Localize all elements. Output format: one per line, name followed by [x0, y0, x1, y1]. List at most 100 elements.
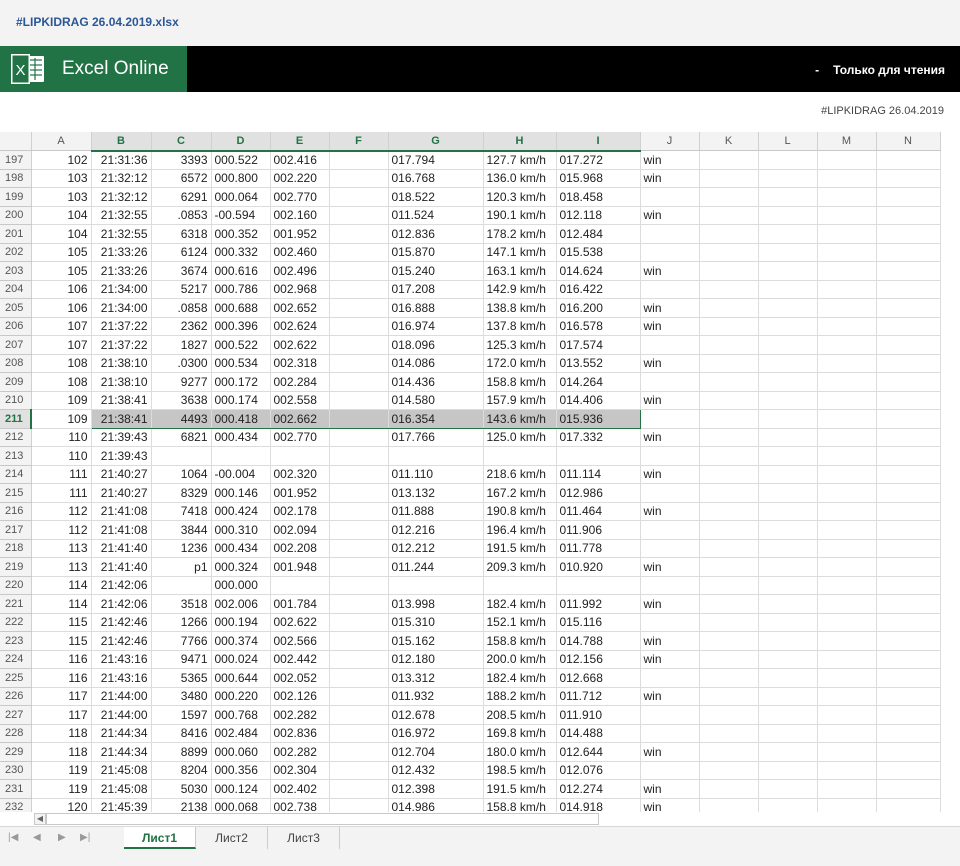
cell-g226[interactable]: 011.932 — [388, 687, 484, 706]
cell-f208[interactable] — [329, 354, 389, 373]
cell-k199[interactable] — [699, 187, 759, 207]
cell-i207[interactable]: 017.574 — [556, 335, 641, 355]
cell-g197[interactable]: 017.794 — [388, 150, 484, 170]
cell-c199[interactable]: 6291 — [151, 187, 212, 207]
cell-i226[interactable]: 011.712 — [556, 687, 641, 706]
cell-a221[interactable]: 114 — [31, 594, 92, 614]
cell-i209[interactable]: 014.264 — [556, 372, 641, 392]
cell-e204[interactable]: 002.968 — [270, 280, 330, 299]
scroll-left-icon[interactable]: ◀ — [34, 813, 46, 825]
cell-h226[interactable]: 188.2 km/h — [483, 687, 557, 706]
cell-l198[interactable] — [758, 169, 818, 188]
cell-k202[interactable] — [699, 243, 759, 262]
cell-h225[interactable]: 182.4 km/h — [483, 668, 557, 688]
cell-e201[interactable]: 001.952 — [270, 224, 330, 244]
row-header[interactable]: 218 — [0, 539, 32, 558]
cell-l217[interactable] — [758, 520, 818, 540]
cell-a204[interactable]: 106 — [31, 280, 92, 299]
cell-f202[interactable] — [329, 243, 389, 262]
row-header[interactable]: 232 — [0, 798, 32, 812]
cell-h204[interactable]: 142.9 km/h — [483, 280, 557, 299]
cell-e197[interactable]: 002.416 — [270, 150, 330, 170]
cell-g215[interactable]: 013.132 — [388, 483, 484, 503]
cell-j219[interactable]: win — [640, 557, 700, 577]
cell-f217[interactable] — [329, 520, 389, 540]
cell-e216[interactable]: 002.178 — [270, 502, 330, 521]
cell-c213[interactable] — [151, 446, 212, 466]
cell-a224[interactable]: 116 — [31, 650, 92, 669]
cell-m206[interactable] — [817, 317, 877, 336]
cell-c230[interactable]: 8204 — [151, 761, 212, 780]
cell-m219[interactable] — [817, 557, 877, 577]
cell-c200[interactable]: .0853 — [151, 206, 212, 225]
cell-i231[interactable]: 012.274 — [556, 779, 641, 799]
cell-l199[interactable] — [758, 187, 818, 207]
cell-h212[interactable]: 125.0 km/h — [483, 428, 557, 447]
cell-l232[interactable] — [758, 798, 818, 812]
cell-l216[interactable] — [758, 502, 818, 521]
cell-g217[interactable]: 012.216 — [388, 520, 484, 540]
cell-i200[interactable]: 012.118 — [556, 206, 641, 225]
cell-g211[interactable]: 016.354 — [388, 409, 484, 429]
cell-a229[interactable]: 118 — [31, 742, 92, 762]
cell-d231[interactable]: 000.124 — [211, 779, 271, 799]
column-header-f[interactable]: F — [329, 132, 389, 152]
cell-f197[interactable] — [329, 150, 389, 170]
cell-l221[interactable] — [758, 594, 818, 614]
cell-a230[interactable]: 119 — [31, 761, 92, 780]
row-header[interactable]: 223 — [0, 631, 32, 651]
cell-j229[interactable]: win — [640, 742, 700, 762]
cell-i222[interactable]: 015.116 — [556, 613, 641, 632]
cell-b222[interactable]: 21:42:46 — [91, 613, 152, 632]
row-header[interactable]: 221 — [0, 594, 32, 614]
cell-f219[interactable] — [329, 557, 389, 577]
cell-h213[interactable] — [483, 446, 557, 466]
cell-h208[interactable]: 172.0 km/h — [483, 354, 557, 373]
column-header-i[interactable]: I — [556, 132, 641, 152]
cell-f201[interactable] — [329, 224, 389, 244]
cell-h202[interactable]: 147.1 km/h — [483, 243, 557, 262]
cell-g219[interactable]: 011.244 — [388, 557, 484, 577]
cell-n218[interactable] — [876, 539, 941, 558]
column-header-m[interactable]: M — [817, 132, 877, 151]
cell-e215[interactable]: 001.952 — [270, 483, 330, 503]
cell-e208[interactable]: 002.318 — [270, 354, 330, 373]
cell-f226[interactable] — [329, 687, 389, 706]
row-header[interactable]: 203 — [0, 261, 32, 281]
cell-f214[interactable] — [329, 465, 389, 484]
cell-d216[interactable]: 000.424 — [211, 502, 271, 521]
cell-g224[interactable]: 012.180 — [388, 650, 484, 669]
cell-j198[interactable]: win — [640, 169, 700, 188]
cell-c201[interactable]: 6318 — [151, 224, 212, 244]
cell-f199[interactable] — [329, 187, 389, 207]
cell-b226[interactable]: 21:44:00 — [91, 687, 152, 706]
cell-k203[interactable] — [699, 261, 759, 281]
cell-l220[interactable] — [758, 576, 818, 595]
cell-c223[interactable]: 7766 — [151, 631, 212, 651]
cell-c232[interactable]: 2138 — [151, 798, 212, 812]
cell-d230[interactable]: 000.356 — [211, 761, 271, 780]
cell-m231[interactable] — [817, 779, 877, 799]
cell-g222[interactable]: 015.310 — [388, 613, 484, 632]
scrollbar-thumb[interactable] — [46, 813, 599, 825]
cell-i227[interactable]: 011.910 — [556, 705, 641, 725]
cell-b210[interactable]: 21:38:41 — [91, 391, 152, 410]
cell-g200[interactable]: 011.524 — [388, 206, 484, 225]
cell-d229[interactable]: 000.060 — [211, 742, 271, 762]
cell-n210[interactable] — [876, 391, 941, 410]
cell-c231[interactable]: 5030 — [151, 779, 212, 799]
cell-i221[interactable]: 011.992 — [556, 594, 641, 614]
cell-b206[interactable]: 21:37:22 — [91, 317, 152, 336]
cell-i205[interactable]: 016.200 — [556, 298, 641, 318]
cell-c215[interactable]: 8329 — [151, 483, 212, 503]
cell-j212[interactable]: win — [640, 428, 700, 447]
cell-a226[interactable]: 117 — [31, 687, 92, 706]
cell-i214[interactable]: 011.114 — [556, 465, 641, 484]
cell-b217[interactable]: 21:41:08 — [91, 520, 152, 540]
cell-j224[interactable]: win — [640, 650, 700, 669]
cell-d223[interactable]: 000.374 — [211, 631, 271, 651]
cell-n205[interactable] — [876, 298, 941, 318]
column-header-a[interactable]: A — [31, 132, 92, 151]
cell-i220[interactable] — [556, 576, 641, 595]
cell-a215[interactable]: 111 — [31, 483, 92, 503]
